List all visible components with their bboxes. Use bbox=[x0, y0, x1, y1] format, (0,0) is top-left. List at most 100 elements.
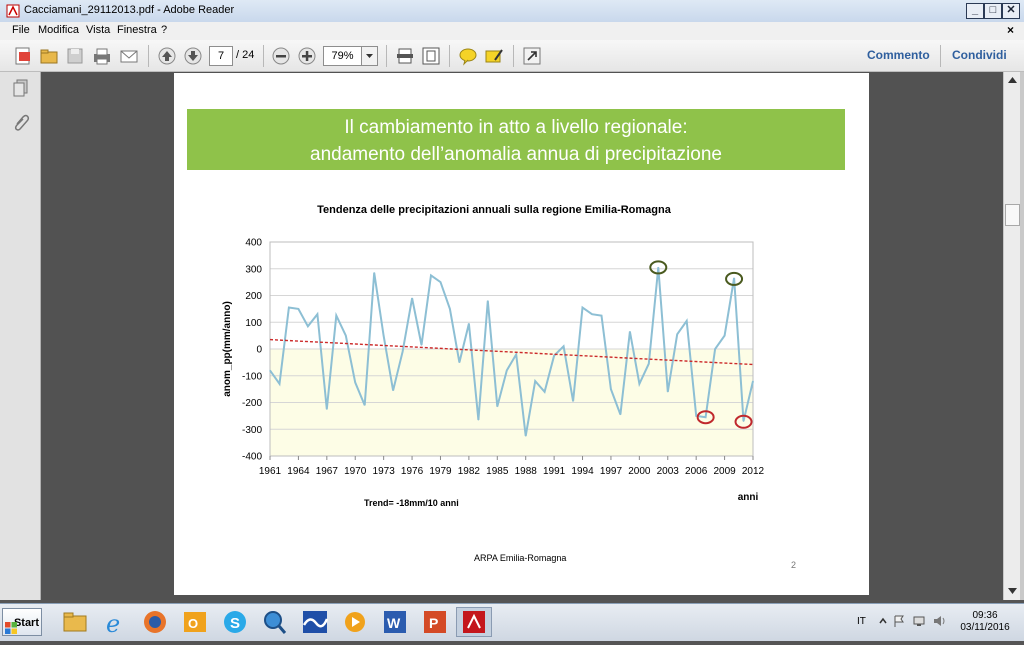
x-tick-label: 1997 bbox=[600, 466, 623, 477]
close-window-button[interactable]: ✕ bbox=[1002, 3, 1020, 19]
data-point bbox=[496, 405, 498, 408]
scroll-thumb[interactable] bbox=[1005, 204, 1020, 226]
data-point bbox=[449, 308, 451, 310]
windows-logo-icon bbox=[5, 617, 17, 634]
data-point bbox=[458, 361, 461, 363]
scroll-up-arrow-icon[interactable] bbox=[1006, 74, 1019, 86]
internet-explorer-icon[interactable]: e bbox=[98, 607, 132, 638]
vertical-scrollbar[interactable] bbox=[1003, 72, 1021, 600]
clock[interactable]: 09:36 03/11/2016 bbox=[960, 610, 1010, 634]
data-point bbox=[316, 313, 318, 315]
data-point bbox=[326, 408, 328, 410]
powerpoint-icon[interactable]: P bbox=[418, 607, 452, 637]
y-axis-label: anom_pp(mm/anno) bbox=[222, 301, 233, 397]
close-document-button[interactable]: × bbox=[1007, 23, 1014, 37]
scroll-down-arrow-icon[interactable] bbox=[1006, 585, 1019, 597]
sticky-note-icon[interactable] bbox=[457, 45, 479, 67]
print-icon[interactable] bbox=[91, 45, 113, 67]
tray-expand-icon[interactable] bbox=[878, 614, 888, 631]
zoom-level-field[interactable]: 79% bbox=[323, 46, 362, 66]
y-tick-label: -200 bbox=[242, 398, 262, 409]
slide-title-line-2: andamento dell’anomalia annua di precipi… bbox=[310, 144, 722, 165]
x-tick-label: 1961 bbox=[259, 466, 282, 477]
x-tick-label: 1988 bbox=[515, 466, 538, 477]
open-folder-icon[interactable] bbox=[38, 45, 60, 67]
data-point bbox=[383, 335, 385, 337]
zoom-in-icon[interactable] bbox=[296, 45, 318, 67]
zoom-dropdown-button[interactable] bbox=[361, 46, 378, 66]
x-tick-label: 1985 bbox=[486, 466, 509, 477]
data-point bbox=[364, 404, 366, 406]
create-pdf-icon[interactable] bbox=[12, 45, 34, 67]
fit-width-icon[interactable] bbox=[394, 45, 416, 67]
volume-icon[interactable] bbox=[932, 614, 948, 631]
x-tick-label: 2012 bbox=[742, 466, 765, 477]
data-point bbox=[591, 313, 593, 315]
language-indicator[interactable]: IT bbox=[857, 616, 866, 627]
data-point bbox=[269, 369, 271, 371]
x-tick-label: 1964 bbox=[287, 466, 310, 477]
data-point bbox=[430, 274, 432, 277]
minimize-button[interactable]: _ bbox=[966, 3, 984, 19]
search-app-icon[interactable] bbox=[258, 607, 292, 637]
page-number-input[interactable]: 7 bbox=[209, 46, 233, 66]
window-right-border bbox=[1020, 72, 1024, 600]
network-icon[interactable] bbox=[912, 614, 926, 631]
start-label: Start bbox=[13, 617, 39, 629]
file-explorer-icon[interactable] bbox=[58, 607, 92, 637]
data-point bbox=[657, 266, 659, 269]
save-icon[interactable] bbox=[64, 45, 86, 67]
maximize-button[interactable]: □ bbox=[984, 3, 1002, 19]
system-tray bbox=[876, 612, 956, 632]
chart-title: Tendenza delle precipitazioni annuali su… bbox=[317, 204, 672, 216]
menu-finestra[interactable]: Finestra bbox=[117, 24, 157, 36]
highlight-icon[interactable] bbox=[483, 45, 505, 67]
navigation-panel bbox=[0, 72, 41, 600]
data-point bbox=[562, 345, 565, 347]
attachments-paperclip-icon[interactable] bbox=[11, 112, 31, 132]
zoom-out-icon[interactable] bbox=[270, 45, 292, 67]
word-icon[interactable]: W bbox=[378, 607, 412, 637]
data-point bbox=[581, 306, 584, 309]
data-point bbox=[278, 383, 281, 385]
firefox-icon[interactable] bbox=[138, 607, 172, 637]
y-tick-label: -100 bbox=[242, 371, 262, 382]
data-point bbox=[733, 277, 735, 279]
y-tick-label: 300 bbox=[245, 264, 262, 275]
expand-icon[interactable] bbox=[521, 45, 543, 67]
acrobat-icon[interactable] bbox=[456, 607, 492, 637]
svg-text:P: P bbox=[429, 615, 438, 631]
outlook-icon[interactable]: O bbox=[178, 607, 212, 637]
start-button[interactable]: Start bbox=[2, 608, 42, 636]
wave-app-icon[interactable] bbox=[298, 607, 332, 637]
menu-modifica[interactable]: Modifica bbox=[38, 24, 79, 36]
page-thumbnails-icon[interactable] bbox=[11, 78, 31, 98]
previous-page-icon[interactable] bbox=[156, 45, 178, 67]
fit-page-icon[interactable] bbox=[420, 45, 442, 67]
comment-button[interactable]: Commento bbox=[867, 48, 930, 62]
email-icon[interactable] bbox=[118, 45, 140, 67]
toolbar-separator bbox=[148, 45, 149, 67]
menu-help[interactable]: ? bbox=[161, 24, 167, 36]
data-point bbox=[335, 314, 337, 317]
x-tick-label: 1979 bbox=[429, 466, 452, 477]
flag-icon[interactable] bbox=[892, 614, 906, 631]
x-tick-label: 1973 bbox=[373, 466, 396, 477]
x-tick-label: 1970 bbox=[344, 466, 367, 477]
media-player-icon[interactable] bbox=[338, 607, 372, 637]
data-point bbox=[288, 306, 290, 309]
x-tick-label: 2009 bbox=[713, 466, 736, 477]
menu-vista[interactable]: Vista bbox=[86, 24, 110, 36]
data-point bbox=[345, 335, 347, 337]
next-page-icon[interactable] bbox=[182, 45, 204, 67]
x-tick-label: 2000 bbox=[628, 466, 651, 477]
y-tick-label: 200 bbox=[245, 291, 262, 302]
menu-file[interactable]: File bbox=[12, 24, 30, 36]
share-button[interactable]: Condividi bbox=[952, 48, 1007, 62]
data-point bbox=[468, 322, 470, 325]
data-point bbox=[648, 363, 650, 365]
data-point bbox=[439, 281, 442, 283]
data-point bbox=[307, 325, 309, 327]
data-point bbox=[525, 435, 527, 437]
skype-icon[interactable]: S bbox=[218, 607, 252, 637]
